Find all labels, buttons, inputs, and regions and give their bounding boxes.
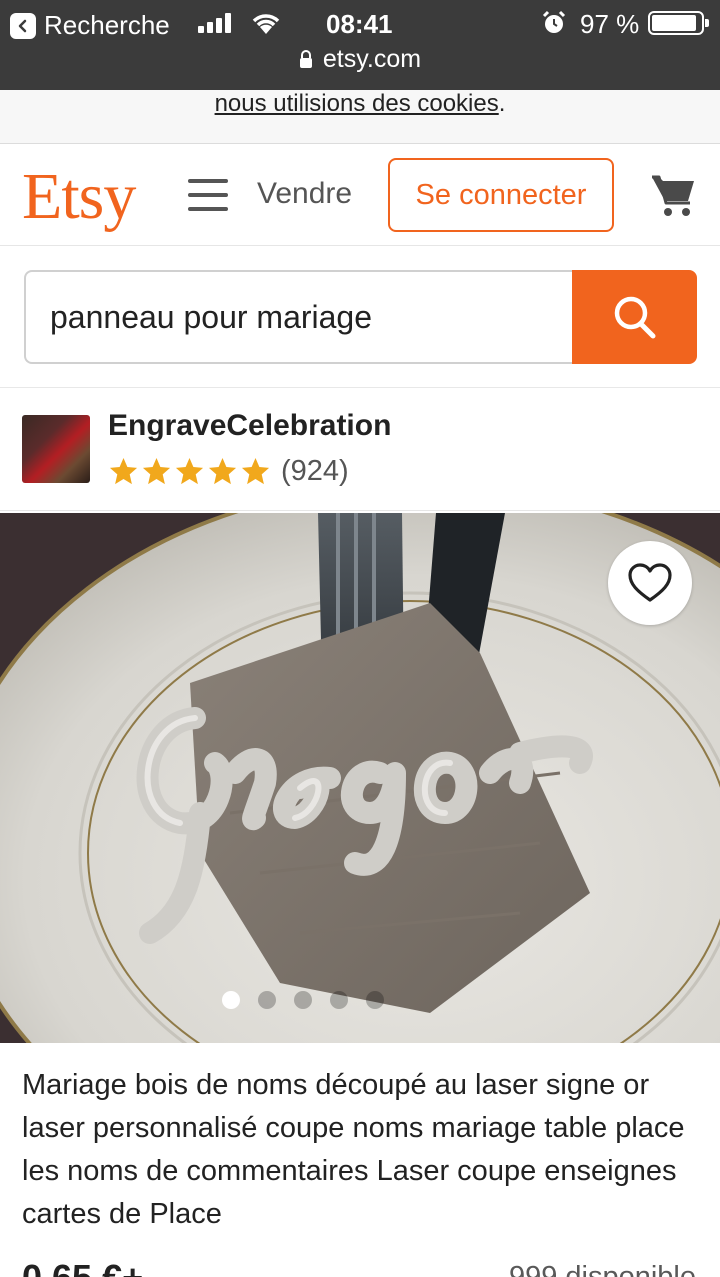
signin-button[interactable]: Se connecter	[388, 158, 614, 232]
carousel-dot[interactable]	[330, 991, 348, 1009]
cookie-policy-link[interactable]: nous utilisions des cookies	[215, 90, 499, 117]
status-bar: Recherche 08:41 97 % etsy.com	[0, 0, 720, 90]
cookie-notice-suffix: .	[498, 90, 506, 117]
cellular-signal-icon	[198, 13, 231, 33]
etsy-logo[interactable]: Etsy	[22, 159, 136, 235]
star-icon	[208, 457, 237, 485]
address-bar[interactable]: etsy.com	[0, 45, 720, 74]
sell-link[interactable]: Vendre	[257, 177, 352, 211]
search-input[interactable]: panneau pour mariage	[24, 270, 574, 364]
stock-availability: 999 disponible	[508, 1261, 696, 1277]
clock: 08:41	[326, 9, 393, 39]
back-to-search-button[interactable]: Recherche	[10, 10, 170, 41]
shop-rating: (924)	[108, 455, 349, 488]
carousel-dot[interactable]	[366, 991, 384, 1009]
alarm-icon	[542, 10, 566, 33]
star-icon	[175, 457, 204, 485]
listing-image-carousel[interactable]	[0, 513, 720, 1043]
wifi-icon	[252, 14, 280, 34]
review-count: (924)	[281, 455, 349, 487]
star-icon	[241, 457, 270, 485]
heart-icon	[628, 563, 672, 602]
search-bar: panneau pour mariage	[0, 247, 720, 388]
battery-icon	[648, 11, 709, 35]
back-label: Recherche	[44, 10, 170, 40]
battery-percentage: 97 %	[580, 9, 640, 39]
cart-icon[interactable]	[650, 171, 698, 219]
carousel-dot[interactable]	[258, 991, 276, 1009]
url-text: etsy.com	[322, 45, 422, 73]
price-row: 0,65 €+ 999 disponible	[0, 1255, 720, 1277]
listing-price: 0,65 €+	[22, 1257, 143, 1277]
lock-icon	[299, 50, 312, 68]
star-icon	[109, 457, 138, 485]
listing-title: Mariage bois de noms découpé au laser si…	[22, 1069, 685, 1230]
back-chevron-icon	[10, 12, 36, 39]
star-icon	[142, 457, 171, 485]
favorite-button[interactable]	[608, 541, 692, 625]
shop-info[interactable]: EngraveCelebration (924)	[0, 389, 720, 511]
search-button[interactable]	[572, 270, 697, 364]
site-header: Etsy Vendre Se connecter	[0, 145, 720, 246]
carousel-dot[interactable]	[294, 991, 312, 1009]
cookie-notice: nous utilisions des cookies.	[0, 90, 720, 144]
shop-name[interactable]: EngraveCelebration	[108, 409, 391, 443]
search-icon	[614, 296, 655, 339]
carousel-dot[interactable]	[222, 991, 240, 1009]
shop-avatar[interactable]	[22, 415, 90, 483]
carousel-indicators	[222, 991, 384, 1009]
menu-icon[interactable]	[188, 179, 228, 213]
